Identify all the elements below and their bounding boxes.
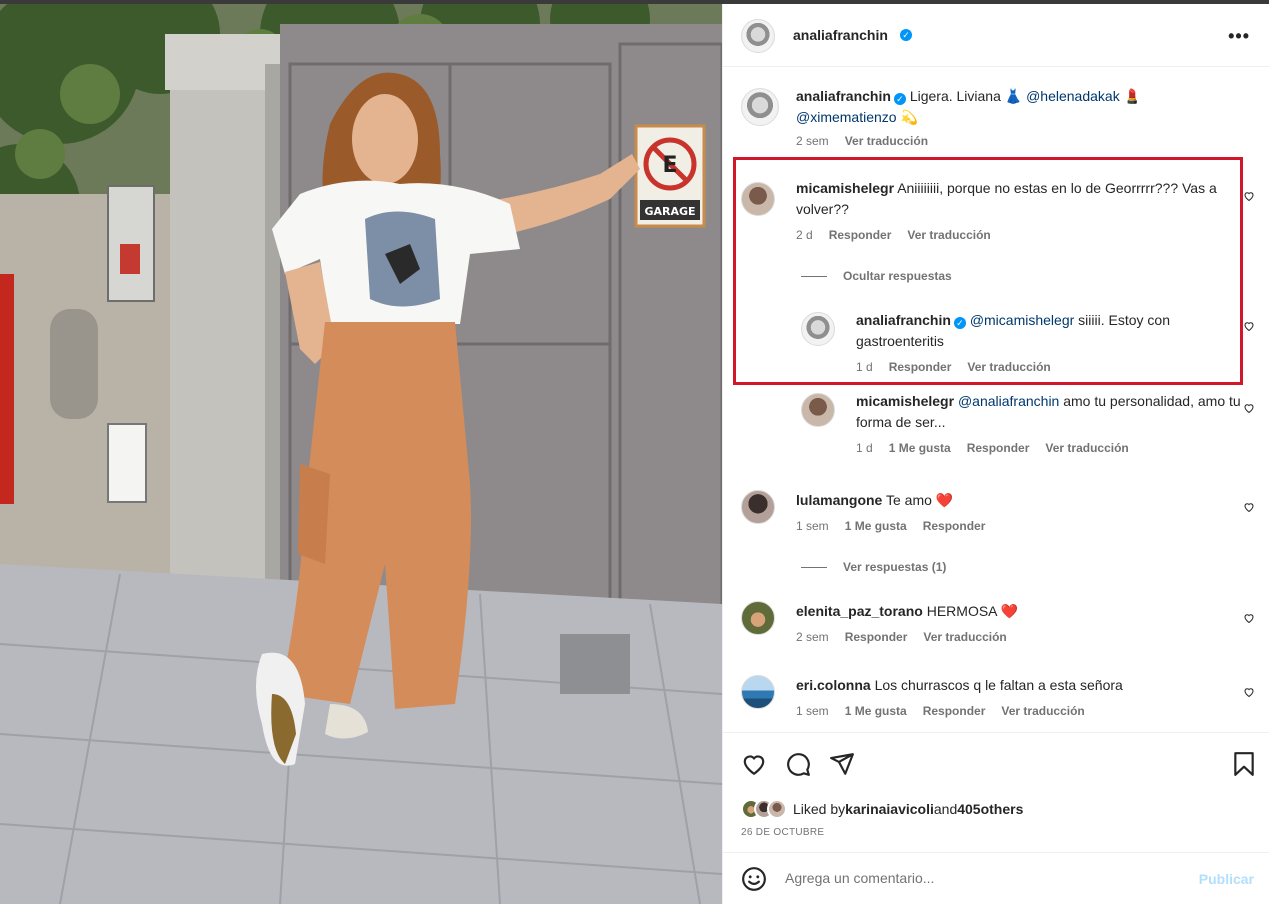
comment-bubble-icon[interactable] [785,751,811,777]
caption-text: analiafranchin ✓ Ligera. Liviana 👗 @helen… [796,86,1241,128]
comment-input[interactable] [785,866,1175,890]
liked-by-and: and [933,801,958,817]
reply-button[interactable]: Responder [845,630,908,644]
commenter-avatar[interactable] [741,675,775,709]
liker-avatar [767,799,787,819]
add-comment-bar: Publicar [723,852,1269,904]
caption-body: Ligera. Liviana [909,88,1001,104]
reply-username[interactable]: analiafranchin [856,312,951,328]
mention-link[interactable]: @ximematienzo [796,109,897,125]
reply-item: analiafranchin ✓ @micamishelegr siiiii. E… [801,310,1241,374]
comment-time: 1 sem [796,704,829,718]
verified-badge-icon: ✓ [900,29,912,41]
thread-line [801,276,827,278]
post-actions: Liked by karinaiavicoli and 405others 26… [723,732,1269,852]
comment-item: micamishelegr Aniiiiiiii, porque no esta… [741,178,1241,242]
comment-time: 2 sem [796,630,829,644]
commenter-username[interactable]: elenita_paz_torano [796,603,923,619]
reply-like-heart-icon[interactable] [1243,320,1255,332]
hide-replies-toggle[interactable]: Ocultar respuestas [801,269,952,283]
mention-link[interactable]: @micamishelegr [970,312,1074,328]
translate-button[interactable]: Ver traducción [967,360,1050,374]
lipstick-emoji: 💄 [1123,88,1142,104]
hide-replies-label: Ocultar respuestas [843,269,952,283]
author-avatar[interactable] [741,19,775,53]
comment-text: Te amo [886,492,932,508]
post-detail-panel: analiafranchin ✓ ••• analiafranchin ✓ Lig… [722,4,1269,904]
translate-button[interactable]: Ver traducción [1001,704,1084,718]
author-username[interactable]: analiafranchin [793,27,888,43]
comment-like-heart-icon[interactable] [1243,686,1255,698]
reply-button[interactable]: Responder [967,441,1030,455]
caption-time: 2 sem [796,134,829,148]
svg-text:E: E [662,153,677,178]
paper-plane-icon[interactable] [829,751,855,777]
red-heart-emoji: ❤️ [1000,603,1019,619]
post-photo[interactable]: E GARAGE [0,4,722,904]
reply-button[interactable]: Responder [889,360,952,374]
red-heart-emoji: ❤️ [935,492,954,508]
reply-item: micamishelegr @analiafranchin amo tu per… [801,391,1241,455]
reply-button[interactable]: Responder [923,519,986,533]
photo-illustration: E GARAGE [0,4,722,904]
more-options-icon[interactable]: ••• [1228,26,1250,47]
bookmark-icon[interactable] [1231,751,1257,777]
post-date[interactable]: 26 DE OCTUBRE [741,827,824,838]
reply-button[interactable]: Responder [923,704,986,718]
caption-author-avatar[interactable] [741,88,779,126]
commenter-avatar[interactable] [741,490,775,524]
translate-button[interactable]: Ver traducción [923,630,1006,644]
commenter-avatar[interactable] [741,182,775,216]
smiley-icon[interactable] [741,866,767,892]
reply-author-avatar[interactable] [801,312,835,346]
likes-count-button[interactable]: 1 Me gusta [889,441,951,455]
post-caption: analiafranchin ✓ Ligera. Liviana 👗 @helen… [741,86,1241,148]
likes-summary: Liked by karinaiavicoli and 405others [741,799,1023,819]
thread-line [801,567,827,569]
reply-author-avatar[interactable] [801,393,835,427]
caption-author-username[interactable]: analiafranchin [796,88,891,104]
publish-button[interactable]: Publicar [1199,871,1254,887]
translate-button[interactable]: Ver traducción [1045,441,1128,455]
caption-meta: 2 sem Ver traducción [796,134,1241,148]
comment-like-heart-icon[interactable] [1243,501,1255,513]
view-replies-toggle[interactable]: Ver respuestas (1) [801,560,946,574]
comment-time: 2 d [796,228,813,242]
heart-icon[interactable] [741,751,767,777]
likes-count-button[interactable]: 1 Me gusta [845,704,907,718]
reply-time: 1 d [856,360,873,374]
likes-others-count[interactable]: 405others [957,801,1023,817]
post-header: analiafranchin ✓ ••• [723,4,1269,67]
comment-item: lulamangone Te amo ❤️ 1 sem 1 Me gusta R… [741,490,1241,533]
likes-count-button[interactable]: 1 Me gusta [845,519,907,533]
translate-button[interactable]: Ver traducción [907,228,990,242]
commenter-username[interactable]: lulamangone [796,492,882,508]
verified-badge-icon: ✓ [953,317,966,329]
translate-button[interactable]: Ver traducción [845,134,928,148]
comment-item: eri.colonna Los churrascos q le faltan a… [741,675,1241,718]
reply-like-heart-icon[interactable] [1243,402,1255,414]
comment-like-heart-icon[interactable] [1243,612,1255,624]
comment-like-heart-icon[interactable] [1243,190,1255,202]
dizzy-emoji: 💫 [900,109,918,125]
commenter-username[interactable]: eri.colonna [796,677,871,693]
reply-button[interactable]: Responder [829,228,892,242]
commenter-avatar[interactable] [741,601,775,635]
dress-emoji: 👗 [1004,88,1023,104]
reply-time: 1 d [856,441,873,455]
comment-time: 1 sem [796,519,829,533]
svg-text:GARAGE: GARAGE [644,205,695,218]
comment-text: Los churrascos q le faltan a esta señora [874,677,1123,693]
verified-badge-icon: ✓ [893,93,906,105]
mention-link[interactable]: @helenadakak [1026,88,1120,104]
reply-username[interactable]: micamishelegr [856,393,954,409]
commenter-username[interactable]: micamishelegr [796,180,894,196]
comment-text: HERMOSA [926,603,997,619]
view-replies-label: Ver respuestas (1) [843,560,947,574]
liked-by-username[interactable]: karinaiavicoli [845,801,934,817]
comment-item: elenita_paz_torano HERMOSA ❤️ 2 sem Resp… [741,601,1241,644]
liked-by-label: Liked by [793,801,846,817]
mention-link[interactable]: @analiafranchin [958,393,1059,409]
